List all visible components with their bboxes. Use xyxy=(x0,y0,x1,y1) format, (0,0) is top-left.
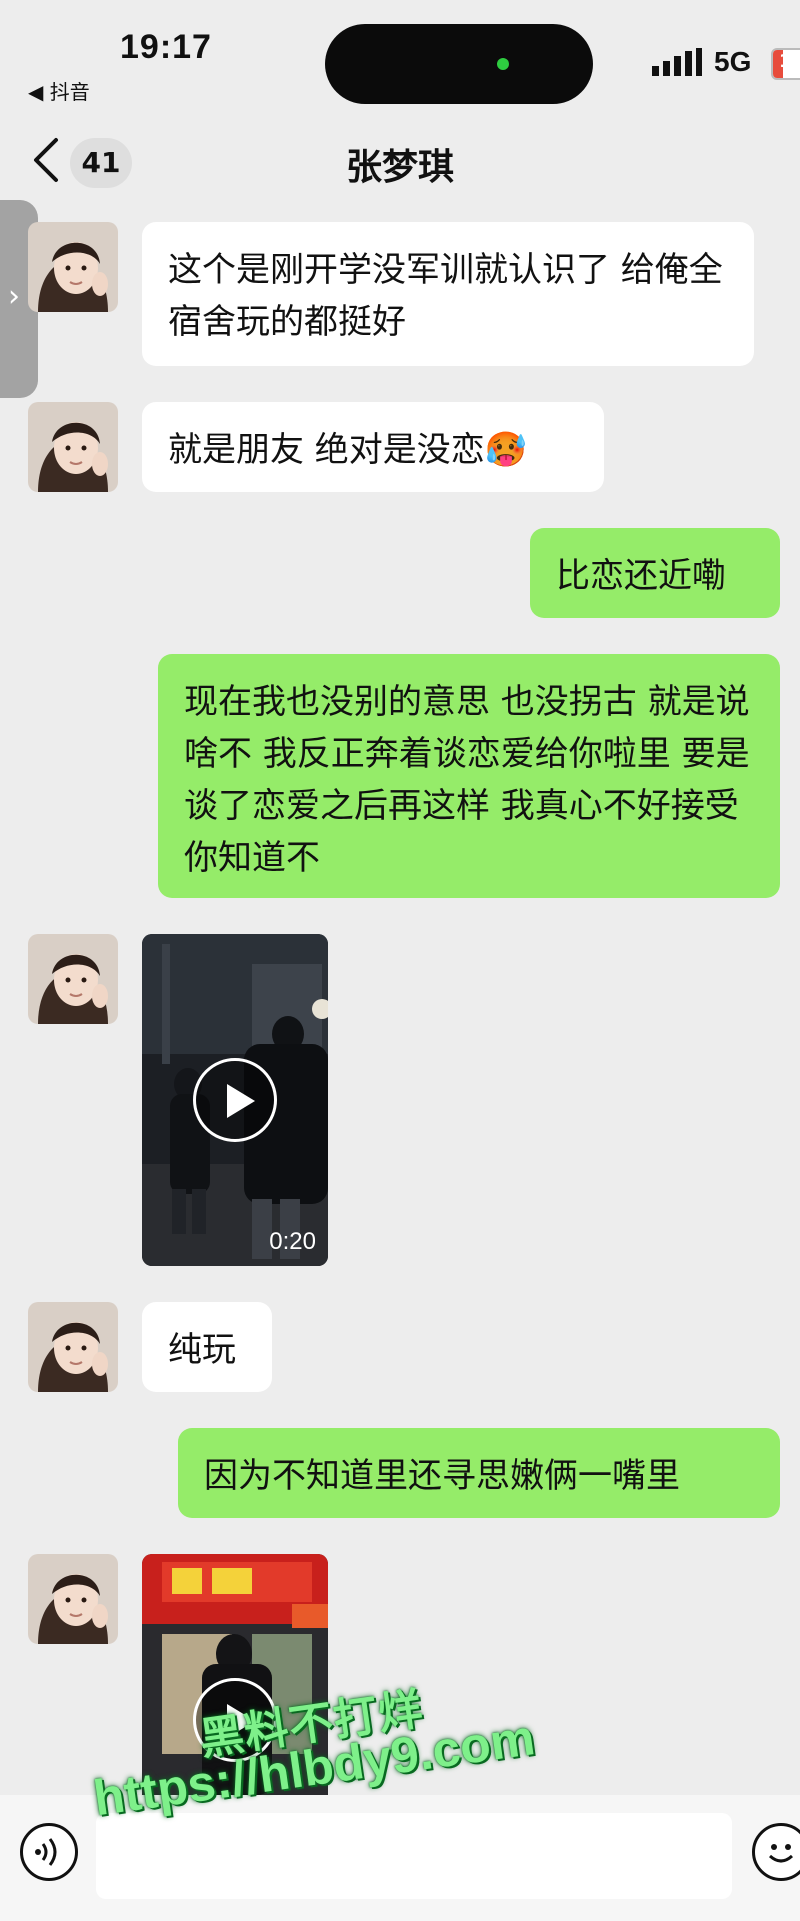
video-duration: 0:20 xyxy=(269,1228,316,1255)
battery-icon: 1 xyxy=(771,48,800,80)
status-bar: 19:17 ◀ 抖音 5G 1 xyxy=(0,0,800,110)
avatar[interactable] xyxy=(28,222,118,312)
contact-photo xyxy=(28,1302,118,1392)
message-bubble-outgoing[interactable]: 因为不知道里还寻思嫩俩一嘴里 xyxy=(178,1428,780,1518)
message-bubble-incoming[interactable]: 纯玩 xyxy=(142,1302,272,1392)
contact-photo xyxy=(28,934,118,1024)
avatar[interactable] xyxy=(28,934,118,1024)
message-bubble-outgoing[interactable]: 比恋还近嘞 xyxy=(530,528,780,618)
avatar[interactable] xyxy=(28,1302,118,1392)
signal-strength-icon xyxy=(652,48,702,76)
network-type: 5G xyxy=(714,46,752,77)
chat-title: 张梦琪 xyxy=(345,147,454,188)
contact-photo xyxy=(28,402,118,492)
battery-percent: 1 xyxy=(779,51,792,72)
status-time: 19:17 xyxy=(120,28,212,66)
dynamic-island xyxy=(325,24,593,104)
contact-photo xyxy=(28,222,118,312)
message-bubble-incoming[interactable]: 就是朋友 绝对是没恋🥵 xyxy=(142,402,604,492)
voice-icon[interactable] xyxy=(20,1823,78,1881)
play-icon[interactable] xyxy=(193,1058,277,1142)
chevron-right-icon: › xyxy=(8,279,20,314)
smiley-face-icon xyxy=(768,1844,794,1863)
chat-header: 41 张梦琪 xyxy=(0,110,800,210)
message-bubble-outgoing[interactable]: 现在我也没别的意思 也没拐古 就是说啥不 我反正奔着谈恋爱给你啦里 要是谈了恋爱… xyxy=(158,654,780,898)
emoji-icon[interactable] xyxy=(752,1823,800,1881)
message-input[interactable] xyxy=(96,1813,732,1899)
contact-photo xyxy=(28,1554,118,1644)
avatar[interactable] xyxy=(28,1554,118,1644)
voice-wave-icon xyxy=(35,1838,57,1866)
back-to-app-link[interactable]: ◀ 抖音 xyxy=(28,76,90,105)
message-bubble-incoming[interactable]: 这个是刚开学没军训就认识了 给俺全宿舍玩的都挺好 xyxy=(142,222,754,366)
video-message[interactable]: 0:20 xyxy=(142,934,328,1266)
camera-indicator-dot xyxy=(497,58,509,70)
avatar[interactable] xyxy=(28,402,118,492)
